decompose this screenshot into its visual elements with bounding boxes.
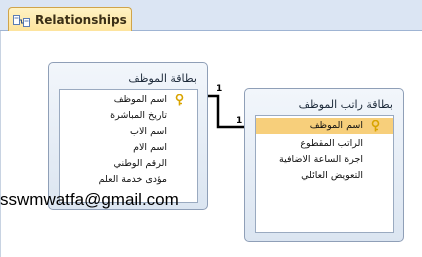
table-employee-salary-card[interactable]: بطاقة راتب الموظف اسم الموظف الراتب المق… — [244, 88, 404, 242]
table-title: بطاقة الموظف — [128, 72, 197, 85]
watermark-text: sswmwatfa@gmail.com — [0, 190, 179, 209]
table-employee-card[interactable]: بطاقة الموظف اسم الموظف تاريخ المباشرة ا… — [48, 62, 208, 210]
field-label: اسم الاب — [130, 126, 167, 137]
field-label: اجرة الساعة الاضافية — [279, 154, 363, 165]
field-label: اسم الموظف — [113, 94, 167, 105]
field-national-id[interactable]: الرقم الوطني — [60, 156, 197, 172]
field-list[interactable]: اسم الموظف تاريخ المباشرة اسم الاب اسم ا… — [59, 89, 198, 203]
field-label: الراتب المقطوع — [300, 138, 363, 149]
field-label: الرقم الوطني — [113, 158, 167, 169]
relationship-label-one-left: 1 — [216, 84, 223, 94]
field-father-name[interactable]: اسم الاب — [60, 124, 197, 140]
field-employee-name[interactable]: اسم الموظف — [60, 92, 197, 108]
field-label: اسم الام — [133, 142, 167, 153]
field-employee-name-selected[interactable]: اسم الموظف — [256, 118, 393, 134]
field-label: التعويض العائلي — [301, 170, 363, 181]
table-title: بطاقة راتب الموظف — [298, 98, 393, 111]
field-start-date[interactable]: تاريخ المباشرة — [60, 108, 197, 124]
field-family-allowance[interactable]: التعويض العائلي — [256, 168, 393, 184]
relationship-label-one-right: 1 — [236, 116, 243, 126]
field-label: مؤدى خدمة العلم — [98, 174, 167, 185]
field-list[interactable]: اسم الموظف الراتب المقطوع اجرة الساعة ال… — [255, 115, 394, 233]
field-base-salary[interactable]: الراتب المقطوع — [256, 136, 393, 152]
field-mother-name[interactable]: اسم الام — [60, 140, 197, 156]
primary-key-icon — [370, 119, 381, 132]
field-overtime-rate[interactable]: اجرة الساعة الاضافية — [256, 152, 393, 168]
field-label: اسم الموظف — [309, 120, 363, 131]
field-label: تاريخ المباشرة — [110, 110, 167, 121]
primary-key-icon — [174, 93, 185, 106]
field-military-service[interactable]: مؤدى خدمة العلم — [60, 172, 197, 188]
